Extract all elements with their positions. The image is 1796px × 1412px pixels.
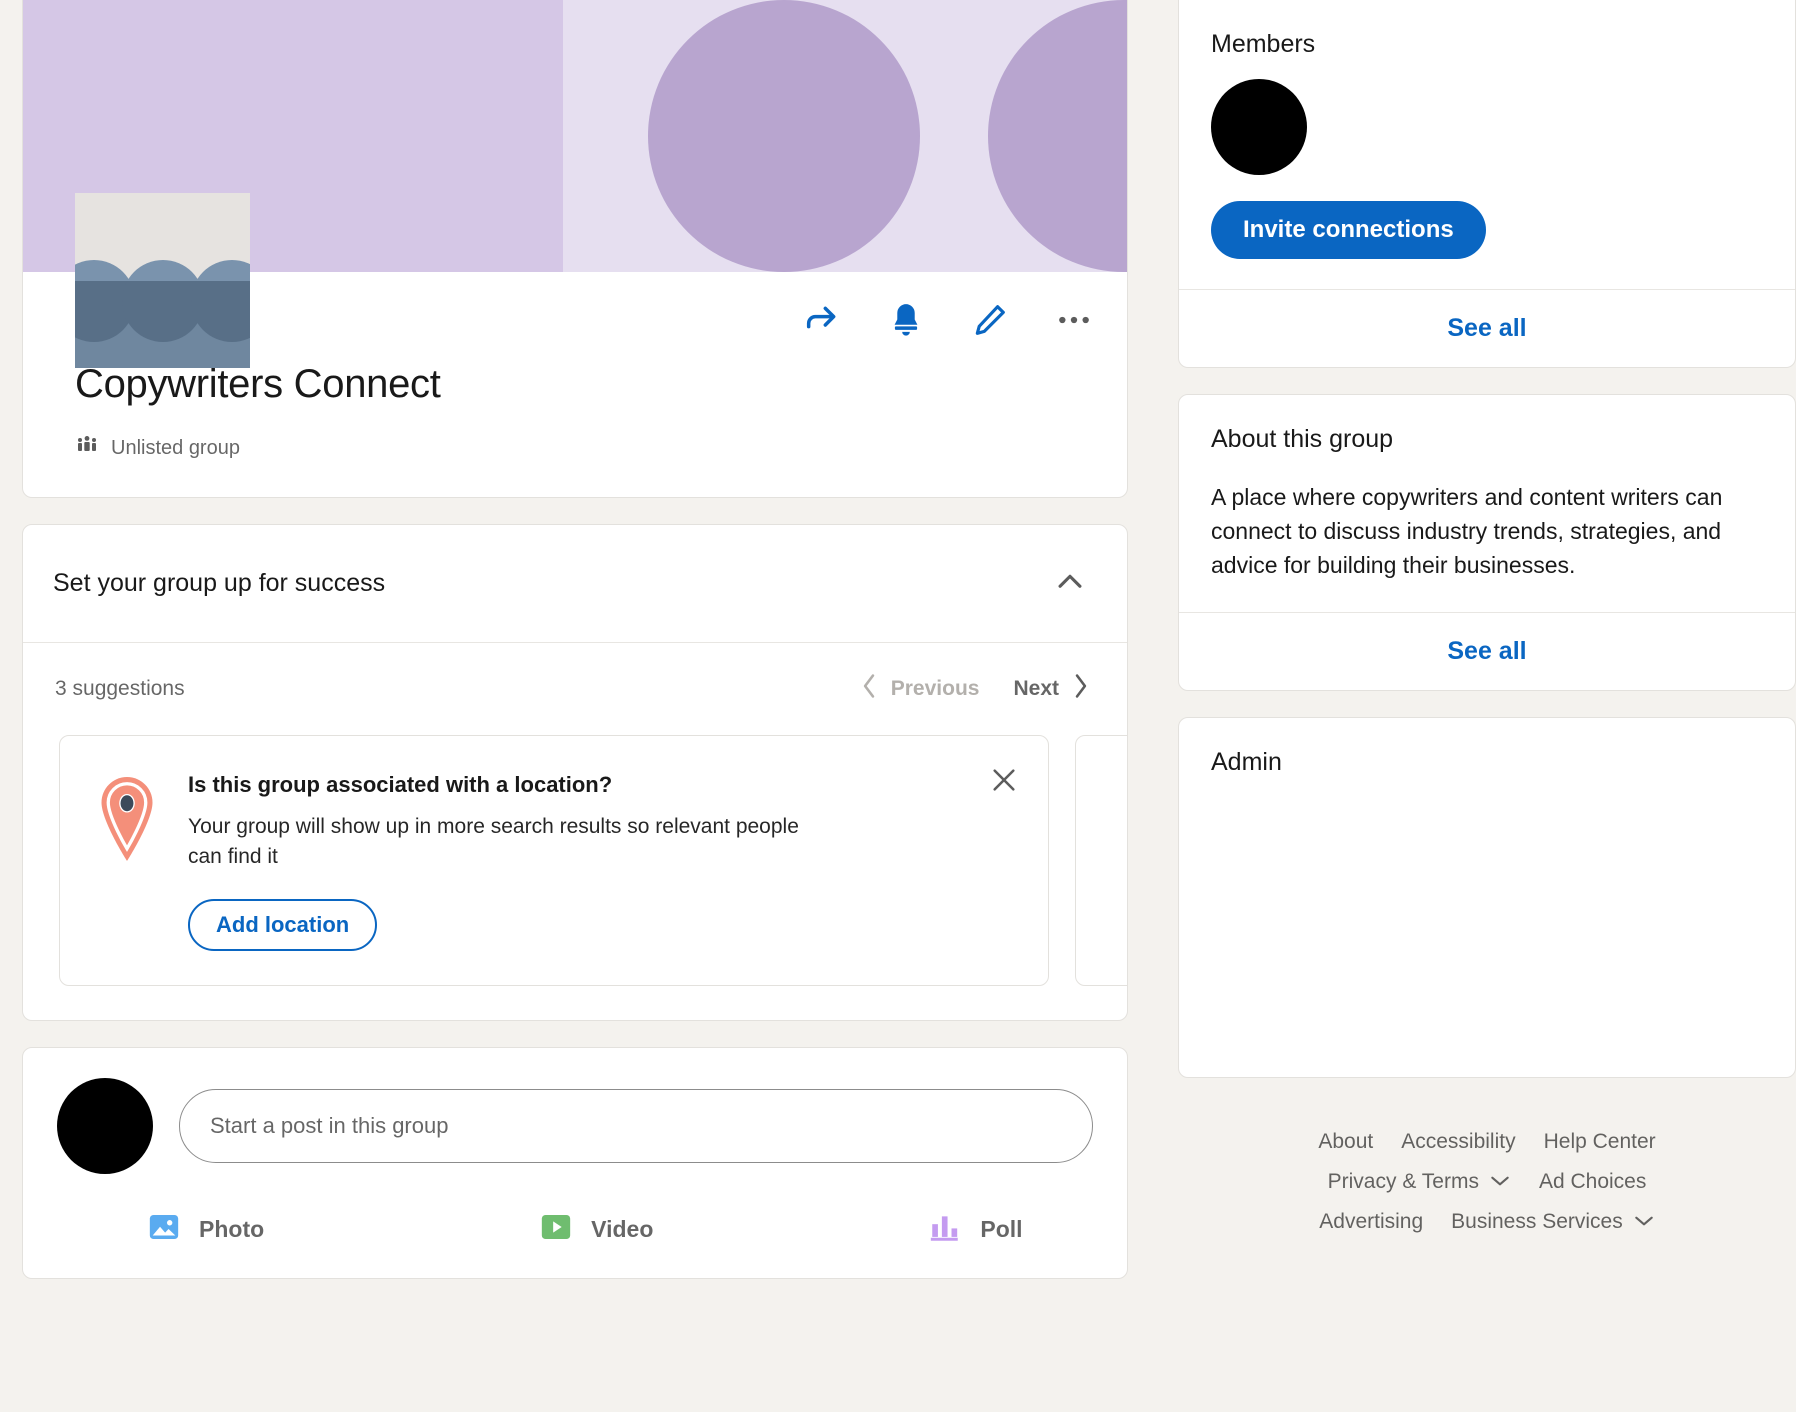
chevron-down-icon (1489, 1170, 1511, 1194)
suggestions-card: Set your group up for success 3 suggesti… (22, 524, 1128, 1021)
post-composer-card: Photo Video (22, 1046, 1128, 1279)
footer-link-business-services-label: Business Services (1451, 1210, 1623, 1234)
chevron-down-icon (1633, 1210, 1655, 1234)
add-photo-label: Photo (199, 1216, 265, 1243)
suggestions-carousel: Is this group associated with a location… (23, 719, 1127, 1020)
photo-icon (147, 1210, 181, 1250)
admin-section: Admin (1179, 718, 1795, 1077)
close-icon[interactable] (982, 758, 1026, 805)
next-label: Next (1013, 677, 1059, 700)
chevron-up-icon[interactable] (1047, 559, 1093, 608)
about-description: A place where copywriters and content wr… (1211, 484, 1723, 579)
add-photo-button[interactable]: Photo (147, 1210, 264, 1250)
footer-link-privacy-terms-label: Privacy & Terms (1327, 1170, 1479, 1194)
footer-link-accessibility[interactable]: Accessibility (1401, 1130, 1515, 1154)
create-poll-button[interactable]: Poll (928, 1210, 1023, 1250)
chevron-right-icon (1071, 673, 1091, 705)
group-logo (75, 193, 250, 368)
suggestions-header: Set your group up for success (23, 525, 1127, 643)
suggestions-heading: Set your group up for success (53, 569, 386, 597)
group-identity: Copywriters Connect Unlisted group (23, 362, 1127, 497)
member-avatar[interactable] (1211, 79, 1307, 175)
suggestion-title: Is this group associated with a location… (188, 772, 613, 797)
group-people-icon (75, 433, 99, 463)
members-card: Members Invite connections See all (1178, 0, 1796, 368)
footer-link-about[interactable]: About (1318, 1130, 1373, 1154)
poll-icon (928, 1210, 962, 1250)
members-see-all-link[interactable]: See all (1447, 314, 1526, 343)
member-avatar-list (1211, 79, 1763, 175)
suggestion-description: Your group will show up in more search r… (188, 815, 799, 869)
create-poll-label: Poll (980, 1216, 1023, 1243)
about-group-card: About this group A place where copywrite… (1178, 394, 1796, 692)
carousel-controls: Previous Next (859, 673, 1091, 705)
group-header-card: Copywriters Connect Unlisted group (22, 0, 1128, 498)
about-title: About this group (1211, 425, 1394, 453)
members-title: Members (1211, 30, 1316, 58)
linkedin-group-page: Copywriters Connect Unlisted group Set y… (0, 0, 1796, 1412)
group-visibility: Unlisted group (75, 433, 1097, 463)
footer-link-ad-choices[interactable]: Ad Choices (1539, 1170, 1646, 1194)
post-composer: Photo Video (23, 1048, 1127, 1278)
admin-list (1211, 777, 1763, 1047)
location-pin-icon (94, 770, 160, 951)
add-location-button[interactable]: Add location (188, 898, 378, 951)
footer-link-privacy-terms[interactable]: Privacy & Terms (1328, 1170, 1511, 1194)
add-video-button[interactable]: Video (539, 1210, 653, 1250)
suggestion-card-next-peek[interactable] (1075, 735, 1127, 986)
about-section: About this group A place where copywrite… (1179, 395, 1795, 612)
previous-label: Previous (890, 677, 980, 700)
members-section: Members Invite connections (1179, 0, 1795, 289)
members-see-all-row: See all (1179, 289, 1795, 367)
video-icon (539, 1210, 573, 1250)
suggestion-body: Is this group associated with a location… (188, 770, 1018, 951)
footer-row-3: Advertising Business Services (1319, 1210, 1654, 1234)
chevron-left-icon (859, 673, 879, 705)
group-visibility-label: Unlisted group (111, 436, 240, 459)
composer-action-row: Photo Video Poll (57, 1174, 1093, 1278)
previous-button[interactable]: Previous (859, 673, 980, 705)
suggestions-nav: 3 suggestions Previous Next (23, 643, 1127, 719)
suggestions-count: 3 suggestions (55, 677, 185, 700)
footer-link-help-center[interactable]: Help Center (1544, 1130, 1656, 1154)
admin-title: Admin (1211, 748, 1282, 777)
banner-circle (648, 0, 920, 272)
avatar[interactable] (57, 1077, 153, 1174)
group-title: Copywriters Connect (75, 362, 441, 406)
about-see-all-row: See all (1179, 612, 1795, 690)
admin-card: Admin (1178, 717, 1796, 1079)
next-button[interactable]: Next (1013, 673, 1091, 705)
logo-shade (75, 280, 250, 368)
banner-circle (988, 0, 1127, 272)
suggestion-card-location[interactable]: Is this group associated with a location… (59, 735, 1049, 986)
start-post-input[interactable] (179, 1088, 1093, 1163)
invite-connections-button[interactable]: Invite connections (1211, 201, 1486, 259)
footer-row-2: Privacy & Terms Ad Choices (1328, 1170, 1647, 1194)
site-footer: About Accessibility Help Center Privacy … (1178, 1104, 1796, 1234)
main-column: Copywriters Connect Unlisted group Set y… (22, 0, 1128, 1412)
share-icon[interactable] (799, 297, 845, 343)
footer-link-advertising[interactable]: Advertising (1319, 1210, 1423, 1234)
sidebar-column: Members Invite connections See all About… (1178, 0, 1796, 1412)
footer-row-1: About Accessibility Help Center (1318, 1130, 1655, 1154)
pencil-icon[interactable] (967, 297, 1013, 343)
bell-icon[interactable] (883, 297, 929, 343)
about-see-all-link[interactable]: See all (1447, 637, 1526, 666)
composer-row (57, 1077, 1093, 1174)
footer-link-business-services[interactable]: Business Services (1451, 1210, 1655, 1234)
more-options-icon[interactable] (1051, 297, 1097, 343)
add-video-label: Video (591, 1216, 654, 1243)
